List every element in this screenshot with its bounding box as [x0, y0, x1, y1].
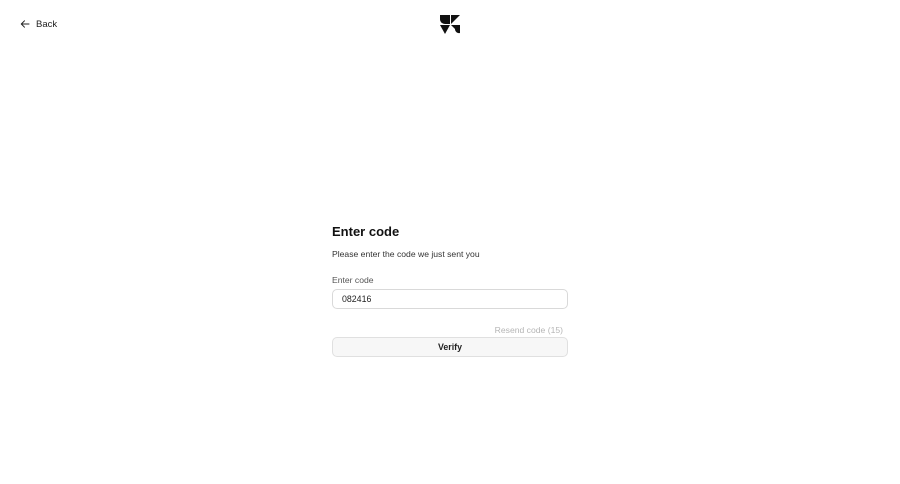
- page-subtitle: Please enter the code we just sent you: [332, 249, 480, 259]
- back-button[interactable]: Back: [20, 16, 57, 32]
- code-input[interactable]: [332, 289, 568, 309]
- brand-logo-icon: [439, 13, 461, 35]
- page: Back Enter code Please enter the code we…: [0, 0, 900, 484]
- code-field-label: Enter code: [332, 275, 374, 285]
- verify-button[interactable]: Verify: [332, 337, 568, 357]
- verification-form: Enter code Please enter the code we just…: [332, 224, 568, 357]
- arrow-left-icon: [20, 19, 30, 29]
- back-label: Back: [36, 18, 58, 30]
- page-title: Enter code: [332, 224, 400, 239]
- resend-row: Resend code (15): [332, 320, 568, 335]
- resend-code-link[interactable]: Resend code (15): [495, 325, 563, 335]
